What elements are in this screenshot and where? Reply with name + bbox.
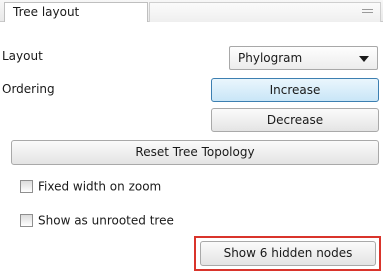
fixed-width-option[interactable]: Fixed width on zoom xyxy=(20,178,161,196)
layout-label: Layout xyxy=(2,49,43,63)
show-hidden-nodes-button[interactable]: Show 6 hidden nodes xyxy=(200,241,376,266)
unrooted-label: Show as unrooted tree xyxy=(38,213,174,228)
tab-tree-layout[interactable]: Tree layout xyxy=(4,2,148,22)
fixed-width-label: Fixed width on zoom xyxy=(38,179,162,194)
panel-menu-icon[interactable] xyxy=(362,9,373,13)
layout-select-value: Phylogram xyxy=(238,51,303,65)
unrooted-checkbox[interactable] xyxy=(20,214,33,227)
reset-tree-topology-button[interactable]: Reset Tree Topology xyxy=(11,140,379,165)
ordering-label: Ordering xyxy=(2,82,55,96)
chevron-down-icon xyxy=(359,56,369,62)
tab-bar-empty xyxy=(149,2,381,22)
decrease-button[interactable]: Decrease xyxy=(211,108,379,132)
fixed-width-checkbox[interactable] xyxy=(20,180,33,193)
increase-button[interactable]: Increase xyxy=(211,78,379,102)
layout-select[interactable]: Phylogram xyxy=(229,46,378,70)
unrooted-option[interactable]: Show as unrooted tree xyxy=(20,212,174,230)
